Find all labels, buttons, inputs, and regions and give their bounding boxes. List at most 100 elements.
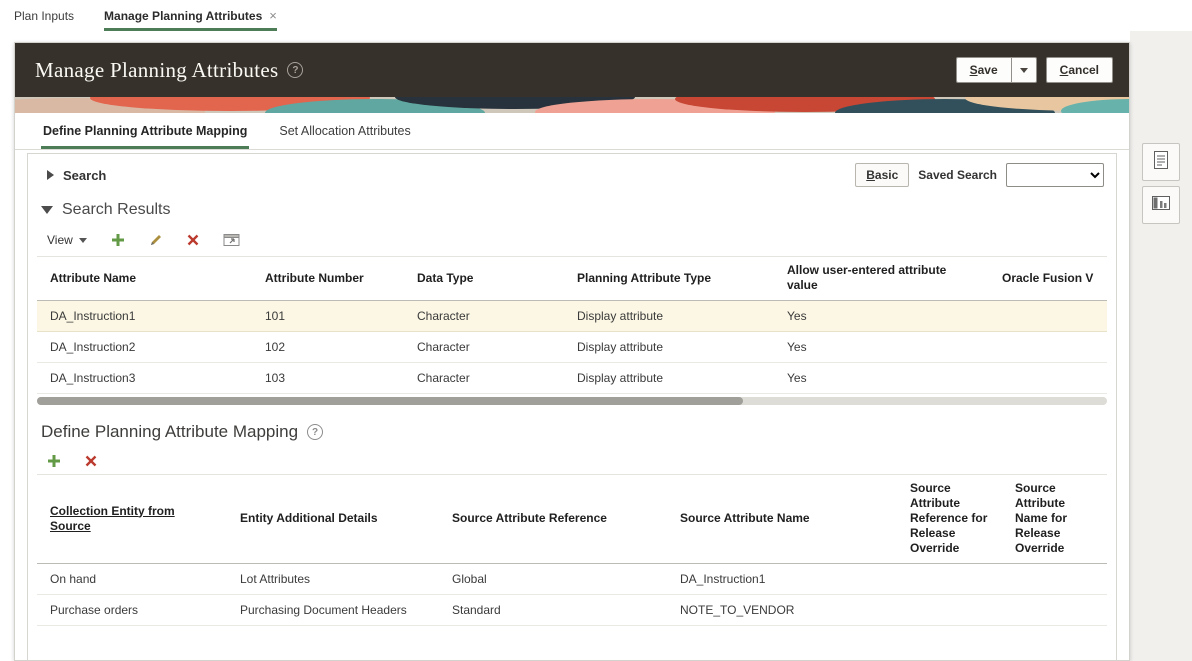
table-row[interactable]: On hand Lot Attributes Global DA_Instruc… bbox=[37, 563, 1107, 595]
col-planning-attribute-type[interactable]: Planning Attribute Type bbox=[564, 256, 774, 301]
saved-search-select[interactable] bbox=[1006, 163, 1104, 187]
table-row[interactable]: Purchase orders Purchasing Document Head… bbox=[37, 594, 1107, 626]
subtab-define-planning-attribute-mapping[interactable]: Define Planning Attribute Mapping bbox=[41, 113, 250, 149]
cell-release-name[interactable] bbox=[1002, 563, 1107, 595]
document-lines-icon bbox=[1152, 150, 1170, 175]
cancel-button[interactable]: Cancel bbox=[1045, 57, 1113, 83]
cell-data-type[interactable]: Character bbox=[404, 331, 564, 363]
table-row[interactable]: DA_Instruction2 102 Character Display at… bbox=[37, 331, 1107, 363]
col-source-ref-release-override[interactable]: Source Attribute Reference for Release O… bbox=[897, 474, 1002, 564]
cell-attribute-number[interactable]: 103 bbox=[252, 362, 404, 394]
delete-mapping-button[interactable] bbox=[85, 455, 97, 467]
content-panel: Search Basic Saved Search Search Results… bbox=[27, 153, 1117, 660]
cancel-button-label: Cancel bbox=[1059, 63, 1099, 77]
cell-source-name[interactable]: NOTE_TO_VENDOR bbox=[667, 594, 897, 626]
results-toolbar: View bbox=[28, 223, 1116, 256]
cell-attribute-number[interactable]: 102 bbox=[252, 331, 404, 363]
detach-button[interactable] bbox=[223, 233, 240, 247]
cell-release-name[interactable] bbox=[1002, 594, 1107, 626]
help-icon[interactable]: ? bbox=[287, 62, 304, 78]
saved-search-label: Saved Search bbox=[918, 168, 997, 182]
table-row[interactable]: DA_Instruction3 103 Character Display at… bbox=[37, 362, 1107, 394]
col-entity-details[interactable]: Entity Additional Details bbox=[227, 474, 439, 564]
cell-attribute-name[interactable]: DA_Instruction3 bbox=[37, 362, 252, 394]
mapping-section-header: Define Planning Attribute Mapping ? bbox=[28, 405, 1116, 446]
cell-attribute-name[interactable]: DA_Instruction1 bbox=[37, 300, 252, 332]
page-properties-panel-button[interactable] bbox=[1142, 143, 1180, 181]
cell-attribute-number[interactable]: 101 bbox=[252, 300, 404, 332]
tab-close-icon[interactable]: × bbox=[269, 8, 277, 23]
collapse-results-icon[interactable] bbox=[41, 206, 53, 214]
col-source-attr-name[interactable]: Source Attribute Name bbox=[667, 474, 897, 564]
subtab-set-allocation-attributes[interactable]: Set Allocation Attributes bbox=[277, 113, 412, 149]
horizontal-scrollbar[interactable] bbox=[37, 397, 1107, 405]
col-source-attr-reference[interactable]: Source Attribute Reference bbox=[439, 474, 667, 564]
mapping-header-row: Collection Entity from Source Entity Add… bbox=[37, 474, 1107, 564]
subtab-label: Define Planning Attribute Mapping bbox=[43, 124, 248, 138]
help-icon[interactable]: ? bbox=[307, 424, 324, 440]
add-row-button[interactable] bbox=[111, 233, 125, 247]
subtab-bar: Define Planning Attribute Mapping Set Al… bbox=[15, 113, 1129, 150]
col-allow-user-entered[interactable]: Allow user-entered attribute value bbox=[774, 256, 989, 301]
tab-manage-planning-attributes-label: Manage Planning Attributes bbox=[104, 8, 263, 23]
cell-source-name[interactable]: DA_Instruction1 bbox=[667, 563, 897, 595]
tab-plan-inputs[interactable]: Plan Inputs bbox=[14, 0, 74, 31]
cell-collection-entity[interactable]: Purchase orders bbox=[37, 594, 227, 626]
basic-button-label: Basic bbox=[866, 168, 899, 182]
data-panel-button[interactable] bbox=[1142, 186, 1180, 224]
save-button-label: Save bbox=[969, 63, 998, 77]
col-collection-entity[interactable]: Collection Entity from Source bbox=[37, 474, 227, 564]
cell-oracle-fusion[interactable] bbox=[989, 300, 1107, 332]
add-mapping-button[interactable] bbox=[47, 454, 61, 468]
save-dropdown-button[interactable] bbox=[1010, 57, 1037, 83]
x-icon bbox=[85, 455, 97, 467]
cell-oracle-fusion[interactable] bbox=[989, 362, 1107, 394]
right-rail bbox=[1130, 31, 1192, 661]
search-results-header: Search Results bbox=[28, 196, 1116, 223]
cell-release-ref[interactable] bbox=[897, 594, 1002, 626]
cell-data-type[interactable]: Character bbox=[404, 300, 564, 332]
cell-source-ref[interactable]: Standard bbox=[439, 594, 667, 626]
cell-oracle-fusion[interactable] bbox=[989, 331, 1107, 363]
table-row[interactable]: DA_Instruction1 101 Character Display at… bbox=[37, 300, 1107, 332]
plus-icon bbox=[111, 234, 124, 246]
save-button[interactable]: Save bbox=[955, 57, 1011, 83]
scrollbar-thumb[interactable] bbox=[37, 397, 744, 405]
cell-allow-user[interactable]: Yes bbox=[774, 331, 989, 363]
col-source-name-release-override[interactable]: Source Attribute Name for Release Overri… bbox=[1002, 474, 1107, 564]
chevron-down-icon bbox=[1019, 67, 1028, 73]
manage-planning-attributes-page: Manage Planning Attributes ? Save Cancel bbox=[14, 42, 1130, 661]
col-attribute-number[interactable]: Attribute Number bbox=[252, 256, 404, 301]
view-menu-button[interactable]: View bbox=[47, 233, 87, 247]
cell-entity-details[interactable]: Lot Attributes bbox=[227, 563, 439, 595]
tab-manage-planning-attributes[interactable]: Manage Planning Attributes × bbox=[104, 0, 277, 31]
col-attribute-name[interactable]: Attribute Name bbox=[37, 256, 252, 301]
cell-planning-type[interactable]: Display attribute bbox=[564, 331, 774, 363]
cell-allow-user[interactable]: Yes bbox=[774, 362, 989, 394]
cell-release-ref[interactable] bbox=[897, 563, 1002, 595]
delete-row-button[interactable] bbox=[187, 234, 199, 246]
cell-entity-details[interactable]: Purchasing Document Headers bbox=[227, 594, 439, 626]
col-data-type[interactable]: Data Type bbox=[404, 256, 564, 301]
pencil-icon bbox=[150, 235, 161, 245]
decorative-banner bbox=[15, 97, 1129, 113]
page-header: Manage Planning Attributes ? Save Cancel bbox=[15, 43, 1129, 97]
search-controls: Basic Saved Search bbox=[855, 163, 1104, 187]
col-oracle-fusion[interactable]: Oracle Fusion V bbox=[989, 256, 1107, 301]
cell-data-type[interactable]: Character bbox=[404, 362, 564, 394]
basic-search-button[interactable]: Basic bbox=[855, 163, 910, 187]
cell-planning-type[interactable]: Display attribute bbox=[564, 300, 774, 332]
x-icon bbox=[187, 234, 199, 246]
cell-planning-type[interactable]: Display attribute bbox=[564, 362, 774, 394]
edit-row-button[interactable] bbox=[149, 233, 163, 247]
expand-search-icon[interactable] bbox=[47, 170, 54, 180]
search-results-title: Search Results bbox=[62, 201, 171, 218]
mapping-toolbar bbox=[28, 446, 1116, 474]
view-menu-label: View bbox=[47, 233, 73, 247]
plus-icon bbox=[48, 455, 60, 467]
cell-allow-user[interactable]: Yes bbox=[774, 300, 989, 332]
cell-attribute-name[interactable]: DA_Instruction2 bbox=[37, 331, 252, 363]
cell-collection-entity[interactable]: On hand bbox=[37, 563, 227, 595]
cell-source-ref[interactable]: Global bbox=[439, 563, 667, 595]
header-actions: Save Cancel bbox=[955, 57, 1113, 83]
